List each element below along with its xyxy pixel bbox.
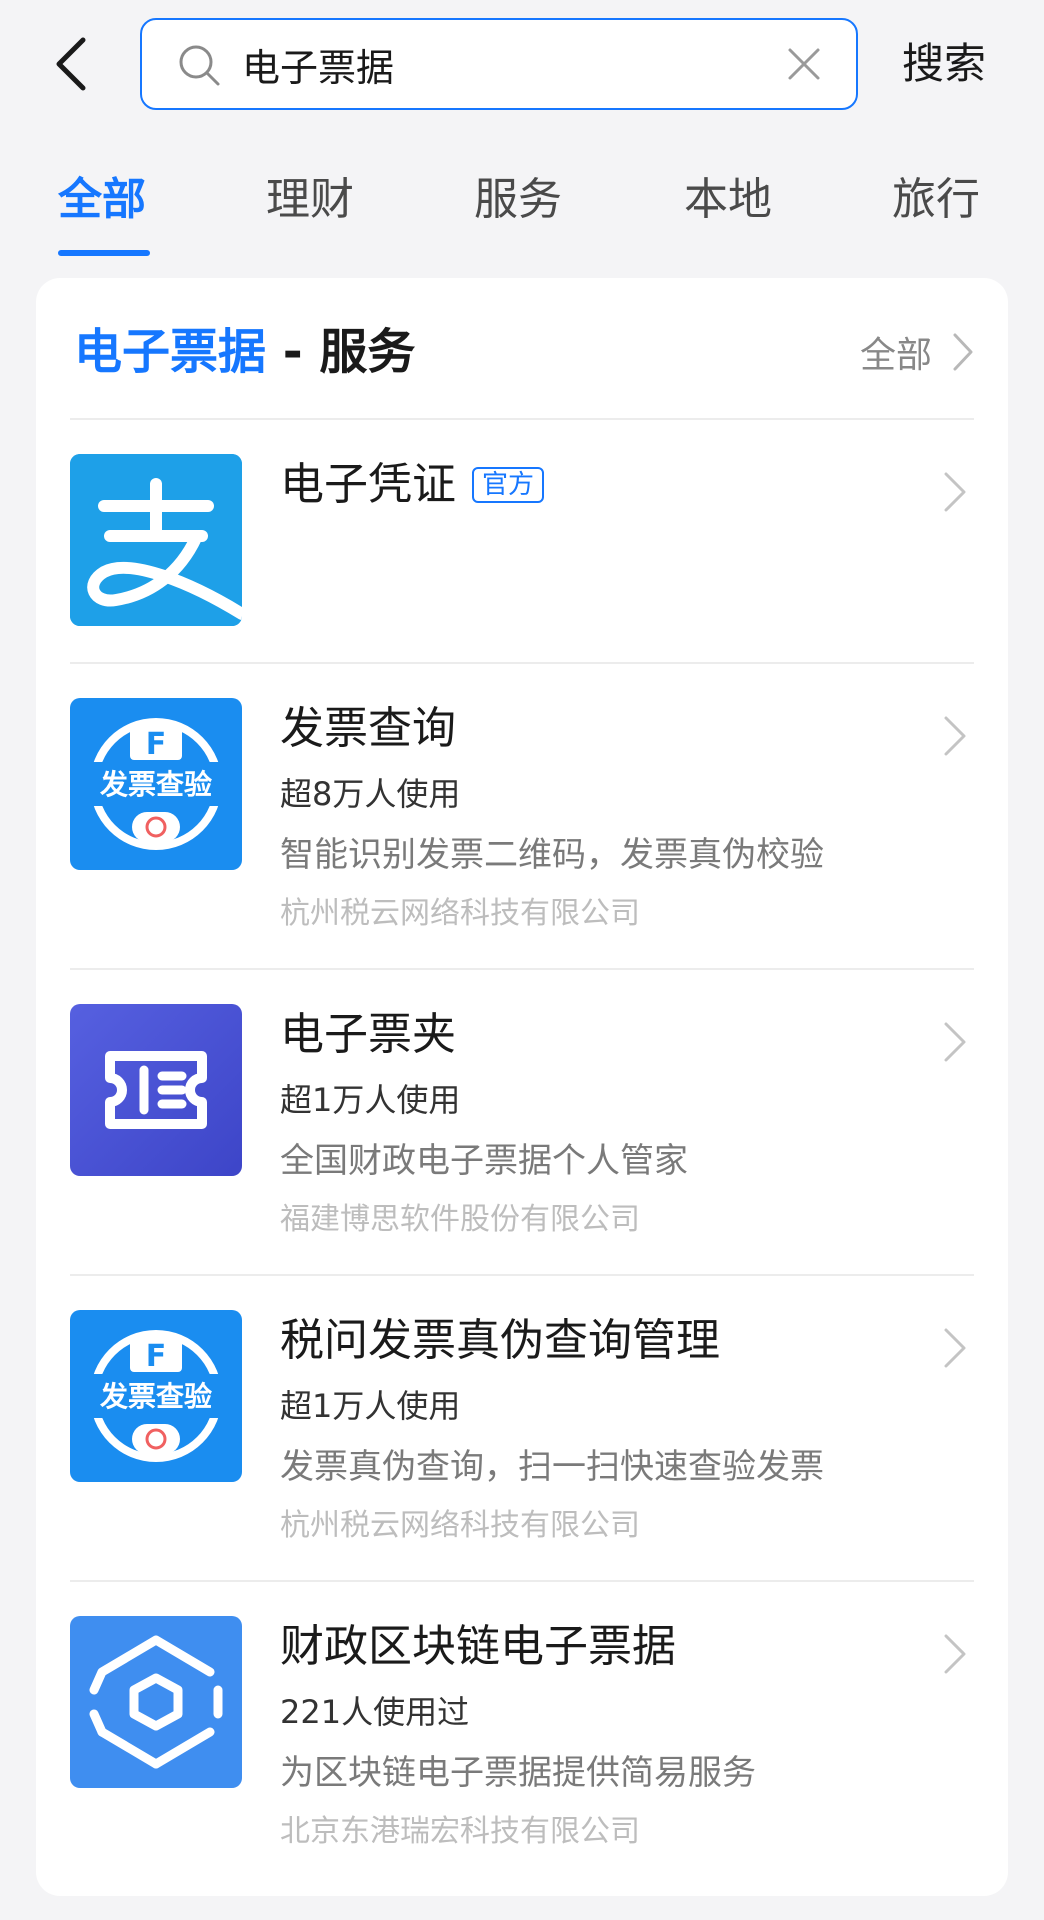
search-icon xyxy=(179,45,220,86)
back-arrow-icon xyxy=(56,37,86,91)
chevron-right-icon xyxy=(944,1328,966,1368)
item-usage: 超1万人使用 xyxy=(280,1081,461,1119)
list-item[interactable]: 电子票夹 超1万人使用 全国财政电子票据个人管家 福建博思软件股份有限公司 xyxy=(36,968,1008,1274)
list-item[interactable]: 电子凭证 官方 xyxy=(36,418,1008,662)
list-item[interactable]: 财政区块链电子票据 221人使用过 为区块链电子票据提供简易服务 北京东港瑞宏科… xyxy=(36,1580,1008,1886)
tab-all[interactable]: 全部 xyxy=(58,170,146,230)
list-item[interactable]: F 发票查验 发票查询 超8万人使用 智能识别发票二维码，发票真伪校验 杭州税云… xyxy=(36,662,1008,968)
item-company: 北京东港瑞宏科技有限公司 xyxy=(280,1814,640,1849)
section-header: 电子票据 - 服务 全部 xyxy=(36,278,1008,418)
blockchain-logo-icon xyxy=(70,1616,242,1788)
item-description: 全国财政电子票据个人管家 xyxy=(280,1141,688,1181)
item-company: 福建博思软件股份有限公司 xyxy=(280,1202,640,1237)
back-button[interactable] xyxy=(40,24,100,104)
item-title: 税问发票真伪查询管理 xyxy=(280,1315,720,1366)
item-description: 发票真伪查询，扫一扫快速查验发票 xyxy=(280,1447,824,1487)
item-usage: 221人使用过 xyxy=(280,1693,470,1731)
chevron-right-icon xyxy=(944,1634,966,1674)
logo-text: 发票查验 xyxy=(99,1380,212,1413)
chevron-right-icon xyxy=(944,472,966,512)
list-item[interactable]: F 发票查验 税问发票真伪查询管理 超1万人使用 发票真伪查询，扫一扫快速查验发… xyxy=(36,1274,1008,1580)
invoice-check-logo-icon: F 发票查验 xyxy=(70,1310,242,1482)
search-box[interactable] xyxy=(140,18,858,110)
active-tab-indicator xyxy=(58,250,150,256)
alipay-logo-icon xyxy=(70,454,242,626)
section-category: 服务 xyxy=(319,324,416,380)
tab-local[interactable]: 本地 xyxy=(684,170,772,230)
tab-travel[interactable]: 旅行 xyxy=(892,170,980,230)
item-title: 电子票夹 xyxy=(280,1009,456,1060)
view-all-link[interactable]: 全部 xyxy=(860,322,974,382)
official-badge: 官方 xyxy=(472,467,545,503)
item-name: 电子凭证 官方 xyxy=(280,454,545,516)
results-card: 电子票据 - 服务 全部 电子凭证 官方 F 发票查验 发票查询 超8万人使用 … xyxy=(36,278,1008,1896)
ticket-folder-logo-icon xyxy=(70,1004,242,1176)
top-bar: 搜索 xyxy=(0,0,1044,130)
item-company: 杭州税云网络科技有限公司 xyxy=(280,896,640,931)
search-input[interactable] xyxy=(242,34,762,94)
item-title: 发票查询 xyxy=(280,703,456,754)
invoice-check-logo-icon: F 发票查验 xyxy=(70,698,242,870)
logo-letter: F xyxy=(146,727,167,762)
item-usage: 超1万人使用 xyxy=(280,1387,461,1425)
chevron-right-icon xyxy=(953,333,973,371)
tab-finance[interactable]: 理财 xyxy=(266,170,354,230)
search-button[interactable]: 搜索 xyxy=(902,36,986,92)
chevron-right-icon xyxy=(944,716,966,756)
chevron-right-icon xyxy=(944,1022,966,1062)
view-all-label: 全部 xyxy=(859,335,932,376)
section-title: 电子票据 - 服务 xyxy=(74,320,415,384)
item-title: 财政区块链电子票据 xyxy=(280,1621,676,1672)
section-keyword: 电子票据 xyxy=(74,324,267,380)
item-usage: 超8万人使用 xyxy=(280,775,461,813)
tab-services[interactable]: 服务 xyxy=(474,170,562,230)
category-tabs: 全部 理财 服务 本地 旅行 xyxy=(0,150,1044,260)
item-description: 为区块链电子票据提供简易服务 xyxy=(280,1753,756,1793)
logo-text: 发票查验 xyxy=(99,768,212,801)
item-description: 智能识别发票二维码，发票真伪校验 xyxy=(280,835,824,875)
item-company: 杭州税云网络科技有限公司 xyxy=(280,1508,640,1543)
section-separator: - xyxy=(266,324,320,380)
clear-icon[interactable] xyxy=(782,42,826,86)
logo-letter: F xyxy=(146,1339,167,1374)
item-title: 电子凭证 xyxy=(280,459,456,510)
